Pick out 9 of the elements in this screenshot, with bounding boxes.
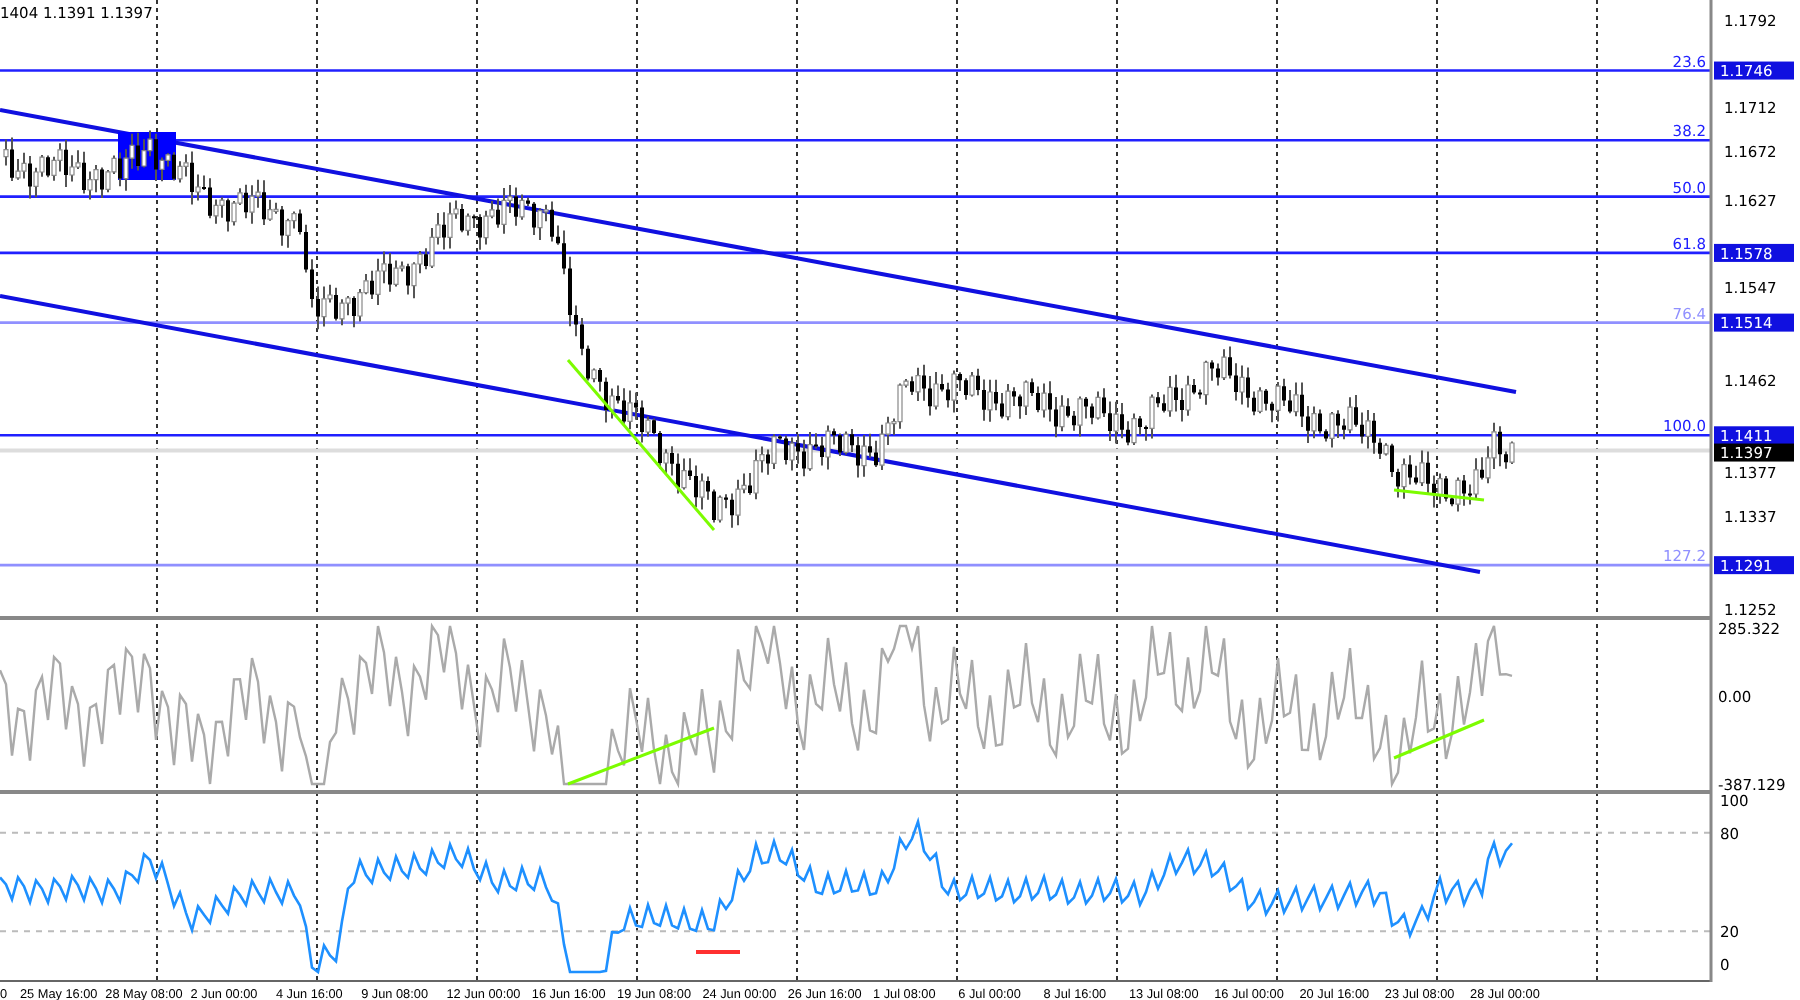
fibonacci-level-line[interactable] [0,251,1710,255]
channel-upper-line[interactable] [0,108,1517,394]
divergence-line[interactable] [566,359,716,531]
channel-lower-line[interactable] [0,294,1481,574]
fibonacci-level-line[interactable] [0,138,1710,142]
marker-line[interactable] [696,950,740,954]
fibonacci-level-line[interactable] [0,434,1710,437]
divergence-line[interactable] [1393,488,1485,502]
fibonacci-level-line[interactable] [0,321,1710,324]
